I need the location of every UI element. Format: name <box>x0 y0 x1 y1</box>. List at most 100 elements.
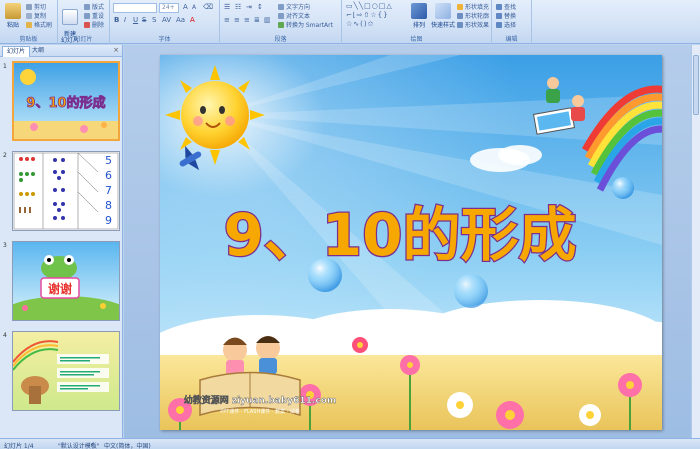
thumb2-number: 5 <box>105 154 112 167</box>
text-direction-icon <box>278 4 284 10</box>
shape-gallery[interactable]: ▭╲╲□○□△ ⌐⌊⇨⇧☆{} ☆∿()✩ <box>346 2 406 30</box>
arrange-button[interactable]: 排列 <box>408 3 430 29</box>
box-shape-icon[interactable]: □ <box>364 2 372 10</box>
shrink-font-icon[interactable]: A <box>192 4 196 11</box>
paste-button[interactable]: 粘贴 <box>2 3 24 29</box>
cut-button[interactable]: 剪切 <box>26 2 46 11</box>
smartart-icon <box>278 22 284 28</box>
slide-thumbnail-1[interactable]: 9、10的形成 <box>12 61 120 141</box>
thumb4-art <box>13 332 119 410</box>
find-icon <box>496 4 502 10</box>
new-slide-icon <box>62 9 78 25</box>
tri-shape-icon[interactable]: △ <box>386 2 392 10</box>
spacing-icon[interactable]: AV <box>162 16 171 24</box>
font-size-combo[interactable]: 24+ <box>159 3 179 13</box>
bold-icon[interactable]: B <box>114 16 119 24</box>
copy-button[interactable]: 复制 <box>26 11 46 20</box>
find-button[interactable]: 查找 <box>496 2 516 11</box>
drawing-group: ▭╲╲□○□△ ⌐⌊⇨⇧☆{} ☆∿()✩ 排列 快速样式 形状填充 形状轮廓 … <box>342 0 492 44</box>
delete-button[interactable]: 删除 <box>84 20 104 29</box>
arrange-icon <box>411 3 427 19</box>
ribbon: 粘贴 剪切 复制 格式刷 剪贴板 新建 幻灯片 版式 重设 删除 幻灯片 24+… <box>0 0 700 44</box>
align-right-icon[interactable]: ≡ <box>244 16 250 24</box>
line3-shape-icon[interactable]: ⌐ <box>346 11 353 19</box>
star-shape-icon[interactable]: ☆ <box>370 11 377 19</box>
copy-icon <box>26 13 32 19</box>
font-label: 字体 <box>158 36 171 43</box>
rect-shape-icon[interactable]: ▭ <box>346 2 354 10</box>
scissors-icon <box>26 4 32 10</box>
clear-format-icon[interactable]: ⌫ <box>203 3 213 11</box>
case-icon[interactable]: Aa <box>176 16 185 24</box>
tab-slides[interactable]: 幻灯片 <box>2 46 31 57</box>
layout-button[interactable]: 版式 <box>84 2 104 11</box>
slides-group: 新建 幻灯片 版式 重设 删除 幻灯片 <box>58 0 110 44</box>
slide-canvas[interactable]: 9、10的形成 幼教资源网 ziyuan.baby611.com PPT课件 ·… <box>160 55 662 430</box>
fill-icon <box>457 4 463 10</box>
slide-art: 9、10的形成 幼教资源网 ziyuan.baby611.com PPT课件 ·… <box>160 55 662 430</box>
brace2-shape-icon[interactable]: } <box>383 11 388 19</box>
paste-icon <box>5 3 21 19</box>
drawing-label: 绘图 <box>410 36 423 43</box>
reset-button[interactable]: 重设 <box>84 11 104 20</box>
thumb3-text: 谢谢 <box>48 281 72 296</box>
scrollbar-thumb[interactable] <box>693 55 699 115</box>
grow-font-icon[interactable]: A <box>183 3 188 11</box>
spell-check-icon[interactable]: ✓ <box>90 441 95 448</box>
slide-thumbnail-3[interactable]: 谢谢 <box>12 241 120 321</box>
font-name-combo[interactable] <box>113 3 157 13</box>
line-spacing-icon[interactable]: ↕ <box>257 3 263 11</box>
font-group: 24+ A A ⌫ B I U S S AV Aa A 字体 <box>110 0 220 44</box>
thumb-number: 2 <box>3 152 7 159</box>
replace-icon <box>496 13 502 19</box>
slide-title: 9、10的形成 <box>223 201 576 269</box>
editing-group: 查找 替换 选择 编辑 <box>492 0 532 44</box>
slide-thumbnail-4[interactable] <box>12 331 120 411</box>
underline-icon[interactable]: U <box>133 16 138 24</box>
select-button[interactable]: 选择 <box>496 20 516 29</box>
shape-outline-button[interactable]: 形状轮廓 <box>457 11 489 20</box>
clipboard-group: 粘贴 剪切 复制 格式刷 剪贴板 <box>0 0 58 44</box>
select-icon <box>496 22 502 28</box>
sun-character <box>165 65 265 165</box>
thumb2-number: 8 <box>105 199 112 212</box>
shape-fill-button[interactable]: 形状填充 <box>457 2 489 11</box>
oval-shape-icon[interactable]: ○ <box>372 2 379 10</box>
quick-styles-button[interactable]: 快速样式 <box>430 3 456 29</box>
smartart-button[interactable]: 转换为 SmartArt <box>278 20 333 29</box>
bubble-3 <box>612 177 634 199</box>
columns-icon[interactable]: ▥ <box>264 16 271 24</box>
slide-workspace[interactable]: 9、10的形成 幼教资源网 ziyuan.baby611.com PPT课件 ·… <box>124 45 700 438</box>
quick-styles-icon <box>435 3 451 19</box>
vertical-scrollbar[interactable] <box>691 45 700 438</box>
close-panel-icon[interactable]: × <box>113 46 119 54</box>
numbering-icon[interactable]: ☷ <box>235 3 241 11</box>
brush-icon <box>26 22 32 28</box>
shadow-icon[interactable]: S <box>152 16 156 24</box>
paragraph-label: 段落 <box>274 36 287 43</box>
thumb2-number: 7 <box>105 184 112 197</box>
font-color-icon[interactable]: A <box>190 16 195 24</box>
star3-shape-icon[interactable]: ✩ <box>368 20 375 28</box>
slides-panel: 幻灯片 大纲 × 1 9、10的形成 2 5 6 7 8 9 3 谢谢 4 <box>0 45 123 438</box>
slide-thumbnail-2[interactable]: 5 6 7 8 9 <box>12 151 120 231</box>
bubble-2 <box>454 274 488 308</box>
align-left-icon[interactable]: ≡ <box>224 16 230 24</box>
bullets-icon[interactable]: ☰ <box>224 3 230 11</box>
align-text-button[interactable]: 对齐文本 <box>278 11 310 20</box>
justify-icon[interactable]: ≣ <box>254 16 260 24</box>
indent-icon[interactable]: ⇥ <box>246 3 252 11</box>
slides-label: 幻灯片 <box>74 36 93 43</box>
tab-outline[interactable]: 大纲 <box>28 46 48 57</box>
replace-button[interactable]: 替换 <box>496 11 516 20</box>
shape-effects-button[interactable]: 形状效果 <box>457 20 489 29</box>
strike-icon[interactable]: S <box>142 16 146 24</box>
format-painter-button[interactable]: 格式刷 <box>26 20 52 29</box>
editing-label: 编辑 <box>505 36 518 43</box>
italic-icon[interactable]: I <box>124 16 126 24</box>
align-text-icon <box>278 13 284 19</box>
thumb1-title: 9、10的形成 <box>26 95 105 111</box>
clipboard-label: 剪贴板 <box>19 36 38 43</box>
text-direction-button[interactable]: 文字方向 <box>278 2 310 11</box>
align-center-icon[interactable]: ≡ <box>234 16 240 24</box>
